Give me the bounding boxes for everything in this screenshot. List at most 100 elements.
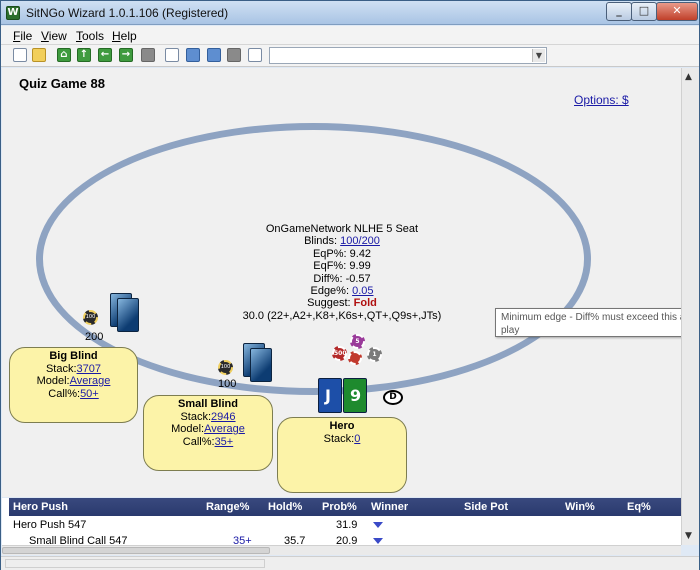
stack-link[interactable]: 2946 xyxy=(211,411,235,423)
eqp-value: 9.42 xyxy=(349,247,372,260)
open-folder-icon[interactable] xyxy=(32,48,46,62)
call-link[interactable]: 35+ xyxy=(215,436,234,448)
edge-label: Edge%: xyxy=(310,285,350,298)
dealer-button-icon: D xyxy=(383,390,403,405)
app-window: W SitNGo Wizard 1.0.1.106 (Registered) _… xyxy=(0,0,700,570)
hand-info: OnGameNetwork NLHE 5 Seat Blinds: 100/20… xyxy=(202,223,482,322)
col-hold[interactable]: Hold% xyxy=(268,501,302,513)
cell-prob: 31.9 xyxy=(336,519,358,531)
big-blind-bet: 200 xyxy=(85,331,104,343)
diff-value: -0.57 xyxy=(345,272,371,285)
expand-icon[interactable] xyxy=(373,538,383,544)
minimize-icon[interactable]: _ xyxy=(606,2,632,21)
stop-icon[interactable] xyxy=(227,48,241,62)
page-title: Quiz Game 88 xyxy=(19,76,105,91)
col-win[interactable]: Win% xyxy=(565,501,595,513)
hero-card-nine: 9 xyxy=(343,378,367,413)
stack-row: Stack:3707 xyxy=(10,363,137,376)
edge-link[interactable]: 0.05 xyxy=(352,285,373,297)
expand-icon[interactable] xyxy=(373,522,383,528)
eqf-row: EqF%: 9.99 xyxy=(202,260,482,272)
pot-chip-icon: 5 xyxy=(350,334,365,349)
diff-label: Diff%: xyxy=(313,272,343,285)
stack-label: Stack: xyxy=(323,432,355,445)
toolbar: ⌂ ↑ ← → ▼ xyxy=(1,45,699,67)
picture-icon[interactable] xyxy=(207,48,221,62)
maximize-icon[interactable]: □ xyxy=(631,2,657,21)
suggest-row: Suggest: Fold xyxy=(202,297,482,309)
report-icon[interactable] xyxy=(248,48,262,62)
col-hero-push[interactable]: Hero Push xyxy=(13,501,68,513)
pot-chip-icon xyxy=(348,351,362,365)
diff-row: Diff%: -0.57 xyxy=(202,273,482,285)
stack-label: Stack: xyxy=(45,362,77,375)
model-row: Model:Average xyxy=(144,423,272,436)
menu-tools[interactable]: Tools xyxy=(76,29,104,43)
call-link[interactable]: 50+ xyxy=(80,388,99,400)
status-bar xyxy=(1,556,699,570)
stack-label: Stack: xyxy=(180,410,212,423)
arrow-up-icon[interactable]: ↑ xyxy=(77,48,91,62)
model-link[interactable]: Average xyxy=(204,423,245,435)
stack-row: Stack:0 xyxy=(278,433,406,446)
model-row: Model:Average xyxy=(10,375,137,388)
col-side-pot[interactable]: Side Pot xyxy=(464,501,508,513)
model-label: Model: xyxy=(171,423,205,435)
col-prob[interactable]: Prob% xyxy=(322,501,357,513)
home-icon[interactable]: ⌂ xyxy=(57,48,71,62)
call-label: Call%: xyxy=(48,387,81,400)
quiz-panel: Quiz Game 88 Options: $ OnGameNetwork NL… xyxy=(2,68,681,497)
menu-file[interactable]: File xyxy=(13,29,32,43)
save-image-icon[interactable] xyxy=(186,48,200,62)
scroll-up-icon[interactable]: ▲ xyxy=(685,72,692,82)
cell-range[interactable]: 35+ xyxy=(233,535,252,545)
scroll-thumb[interactable] xyxy=(2,547,270,554)
table-row[interactable]: Small Blind Call 547 35+ 35.7 20.9 xyxy=(2,533,681,545)
status-panel xyxy=(5,559,265,568)
menu-view[interactable]: View xyxy=(41,29,67,43)
seat-name: Hero xyxy=(329,420,355,432)
cell-hold: 35.7 xyxy=(284,535,306,545)
arrow-left-icon[interactable]: ← xyxy=(98,48,112,62)
chip-stack-icon: 100 xyxy=(218,360,233,375)
close-icon[interactable]: ✕ xyxy=(656,2,698,21)
chevron-down-icon[interactable]: ▼ xyxy=(532,49,545,62)
eqf-label: EqF%: xyxy=(313,260,347,273)
card-back-icon xyxy=(117,298,139,332)
window-title: SitNGo Wizard 1.0.1.106 (Registered) xyxy=(26,6,229,20)
col-winner[interactable]: Winner xyxy=(371,501,408,513)
stop-icon[interactable] xyxy=(141,48,155,62)
seat-hero[interactable]: Hero Stack:0 xyxy=(277,417,407,493)
horizontal-scrollbar[interactable] xyxy=(2,545,681,555)
range-row: 30.0 (22+,A2+,K8+,K6s+,QT+,Q9s+,JTs) xyxy=(242,309,442,322)
table-row[interactable]: Hero Push 547 31.9 xyxy=(2,517,681,533)
arrow-right-icon[interactable]: → xyxy=(119,48,133,62)
seat-big-blind[interactable]: Big Blind Stack:3707 Model:Average Call%… xyxy=(9,347,138,423)
col-eq[interactable]: Eq% xyxy=(627,501,651,513)
col-range[interactable]: Range% xyxy=(206,501,249,513)
seat-small-blind[interactable]: Small Blind Stack:2946 Model:Average Cal… xyxy=(143,395,273,471)
stack-link[interactable]: 0 xyxy=(354,433,360,445)
seat-name: Small Blind xyxy=(178,398,238,410)
vertical-scrollbar[interactable]: ▲ ▼ xyxy=(681,68,699,545)
blinds-link[interactable]: 100/200 xyxy=(340,235,380,247)
card-rank: J xyxy=(325,386,331,405)
stack-link[interactable]: 3707 xyxy=(77,363,101,375)
scroll-down-icon[interactable]: ▼ xyxy=(685,531,692,541)
eqp-row: EqP%: 9.42 xyxy=(202,248,482,260)
options-link[interactable]: Options: $ xyxy=(574,93,629,107)
copy-icon[interactable] xyxy=(165,48,179,62)
blinds-row: Blinds: 100/200 xyxy=(202,235,482,247)
toolbar-combo[interactable]: ▼ xyxy=(269,47,547,64)
model-label: Model: xyxy=(36,375,70,387)
pot-chip-icon: 1 xyxy=(367,347,382,362)
cell-hero-push: Small Blind Call 547 xyxy=(29,535,128,545)
sitngo-app-icon: W xyxy=(6,6,20,20)
seat-name: Big Blind xyxy=(49,350,98,362)
menu-help[interactable]: Help xyxy=(112,29,137,43)
model-link[interactable]: Average xyxy=(70,375,111,387)
results-header: Hero Push Range% Hold% Prob% Winner Side… xyxy=(9,498,681,516)
cell-prob: 20.9 xyxy=(336,535,358,545)
title-bar[interactable]: W SitNGo Wizard 1.0.1.106 (Registered) _… xyxy=(1,1,699,25)
new-file-icon[interactable] xyxy=(13,48,27,62)
